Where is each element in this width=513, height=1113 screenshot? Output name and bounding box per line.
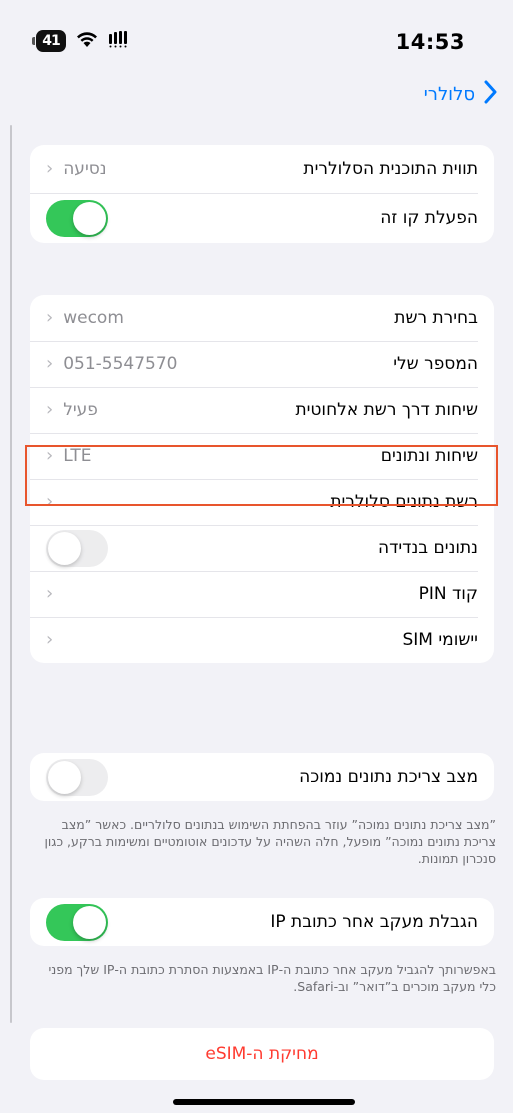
row-trail: 051-5547570 ‹	[46, 354, 178, 374]
toggle-knob	[48, 531, 81, 565]
row-label: קוד PIN	[418, 584, 478, 604]
row-trail: פעיל ‹	[46, 400, 98, 420]
row-label: תווית התוכנית הסלולרית	[303, 159, 478, 179]
sim-pin-row[interactable]: קוד PIN ‹	[30, 571, 494, 617]
row-trail: ‹	[46, 585, 53, 603]
highlight-box	[25, 445, 498, 506]
delete-esim-label: מחיקת ה-eSIM	[205, 1044, 319, 1064]
plan-card: תווית התוכנית הסלולרית נסיעה ‹ הפעלת קו …	[30, 145, 494, 243]
status-time: 14:53	[395, 30, 465, 54]
delete-esim-card: מחיקת ה-eSIM	[30, 1028, 494, 1080]
row-label: הפעלת קו זה	[380, 208, 478, 228]
row-label: מצב צריכת נתונים נמוכה	[299, 767, 478, 787]
low-data-card: מצב צריכת נתונים נמוכה	[30, 753, 494, 801]
scroll-indicator[interactable]	[10, 125, 12, 1023]
row-label: שיחות דרך רשת אלחוטית	[295, 400, 478, 420]
ip-tracking-toggle[interactable]	[46, 903, 108, 941]
row-label: המספר שלי	[393, 354, 478, 374]
row-label: יישומי SIM	[402, 630, 478, 650]
chevron-left-icon: ‹	[46, 307, 54, 328]
row-label: נתונים בנדידה	[377, 538, 478, 558]
home-indicator[interactable]	[173, 1099, 355, 1105]
row-value: נסיעה	[63, 159, 107, 179]
line-active-toggle[interactable]	[46, 199, 108, 237]
back-button[interactable]: סלולרי	[424, 80, 497, 108]
low-data-row: מצב צריכת נתונים נמוכה	[30, 753, 494, 801]
row-value: wecom	[63, 308, 124, 328]
chevron-left-icon: ‹	[46, 629, 54, 650]
chevron-left-icon: ‹	[46, 158, 54, 179]
battery-level: 41	[42, 33, 61, 49]
battery-icon: 41	[32, 30, 66, 52]
back-label: סלולרי	[423, 83, 475, 105]
row-label: הגבלת מעקב אחר כתובת IP	[270, 912, 478, 932]
data-roaming-toggle[interactable]	[46, 529, 108, 567]
signal-icon	[108, 30, 132, 52]
row-value: 051-5547570	[63, 354, 178, 374]
ip-tracking-footnote: באפשרותך להגביל מעקב אחר כתובת ה-IP באמצ…	[48, 962, 496, 994]
my-number-row[interactable]: המספר שלי 051-5547570 ‹	[30, 341, 494, 387]
plan-label-row[interactable]: תווית התוכנית הסלולרית נסיעה ‹	[30, 145, 494, 193]
row-value: פעיל	[63, 400, 98, 420]
row-trail: ‹	[46, 631, 53, 649]
low-data-footnote: ”מצב צריכת נתונים נמוכה” עוזר בהפחתת השי…	[44, 817, 497, 866]
status-icons: 41	[32, 30, 132, 52]
sim-apps-row[interactable]: יישומי SIM ‹	[30, 617, 494, 663]
network-selection-row[interactable]: בחירת רשת wecom ‹	[30, 295, 494, 341]
line-active-row: הפעלת קו זה	[30, 193, 494, 243]
toggle-knob	[73, 201, 106, 235]
toggle-knob	[48, 760, 81, 794]
chevron-back-icon	[483, 80, 497, 108]
ip-tracking-card: הגבלת מעקב אחר כתובת IP	[30, 898, 494, 946]
low-data-toggle[interactable]	[46, 758, 108, 796]
row-label: בחירת רשת	[394, 308, 478, 328]
wifi-calling-row[interactable]: שיחות דרך רשת אלחוטית פעיל ‹	[30, 387, 494, 433]
chevron-left-icon: ‹	[46, 353, 54, 374]
toggle-knob	[73, 905, 106, 939]
chevron-left-icon: ‹	[46, 583, 54, 604]
data-roaming-row: נתונים בנדידה	[30, 525, 494, 571]
delete-esim-button[interactable]: מחיקת ה-eSIM	[30, 1028, 494, 1080]
status-bar: 41 14:53	[0, 0, 513, 80]
row-trail: wecom ‹	[46, 308, 124, 328]
row-trail: נסיעה ‹	[46, 159, 107, 179]
ip-tracking-row: הגבלת מעקב אחר כתובת IP	[30, 898, 494, 946]
wifi-icon	[75, 30, 99, 52]
chevron-left-icon: ‹	[46, 399, 54, 420]
